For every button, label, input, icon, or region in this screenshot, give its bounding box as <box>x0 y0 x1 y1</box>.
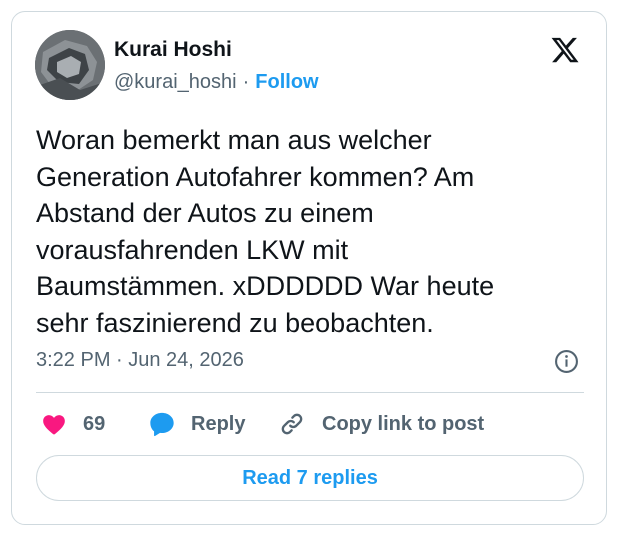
copy-link-button[interactable]: Copy link to post <box>278 410 484 438</box>
reply-button[interactable]: Reply <box>148 410 245 438</box>
copy-link-label: Copy link to post <box>322 412 485 435</box>
handle-row: @kurai_hoshi · Follow <box>114 71 319 94</box>
like-button[interactable]: 69 <box>40 410 105 438</box>
timestamp[interactable]: 3:22 PM · Jun 24, 2026 <box>36 349 244 372</box>
tweet-text: Woran bemerkt man aus welcher Generation… <box>36 125 495 338</box>
info-icon[interactable] <box>554 349 579 374</box>
read-replies-button[interactable]: Read 7 replies <box>36 455 584 501</box>
avatar-image <box>35 30 105 100</box>
follow-button[interactable]: Follow <box>255 71 318 93</box>
x-logo-icon[interactable] <box>549 35 581 65</box>
speech-bubble-icon <box>150 412 174 437</box>
like-count: 69 <box>83 412 106 435</box>
separator: · <box>242 71 250 93</box>
handle[interactable]: @kurai_hoshi <box>114 71 237 93</box>
avatar[interactable] <box>35 30 105 100</box>
link-icon <box>281 413 303 435</box>
heart-icon <box>43 415 65 435</box>
divider <box>36 392 584 393</box>
reply-label: Reply <box>191 412 246 435</box>
display-name[interactable]: Kurai Hoshi <box>114 38 232 62</box>
